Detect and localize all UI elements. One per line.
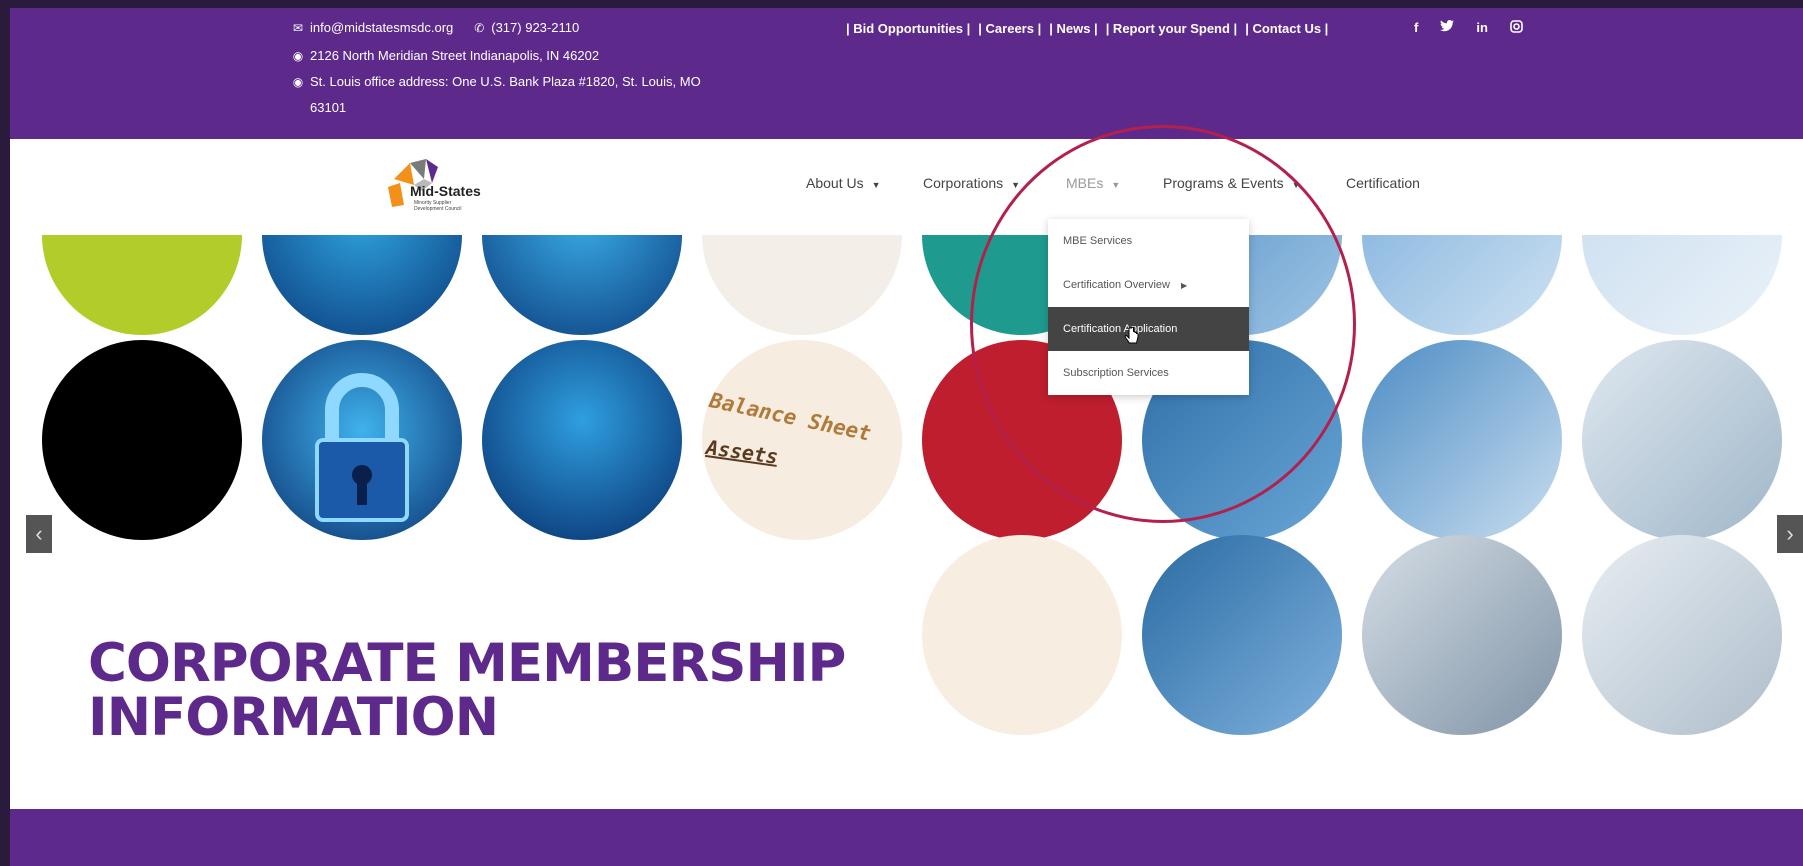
circuit-image (482, 340, 682, 540)
hand-cursor-icon (1124, 327, 1139, 344)
balance-sheet-image: Balance Sheet Assets (702, 340, 902, 540)
slider-prev-button[interactable]: ‹ (26, 515, 52, 553)
twitter-icon[interactable] (1440, 20, 1455, 36)
envelope-icon: ✉ (292, 20, 304, 35)
circuit-image (482, 235, 682, 335)
address-row-1: ◉ 2126 North Meridian Street Indianapoli… (292, 48, 599, 63)
top-info-bar: ✉ info@midstatesmsdc.org ✆ (317) 923-211… (10, 8, 1803, 139)
menu-item-label: Certification Overview (1063, 279, 1170, 291)
nav-label: MBEs (1066, 175, 1104, 191)
news-link[interactable]: | News | (1049, 21, 1097, 36)
mbes-dropdown-menu: MBE Services Certification Overview ▶ Ce… (1048, 219, 1249, 395)
bottom-purple-band (10, 809, 1803, 866)
nav-label: Corporations (923, 175, 1004, 191)
menu-item-mbe-services[interactable]: MBE Services (1048, 219, 1249, 263)
address-row-2: ◉ St. Louis office address: One U.S. Ban… (292, 74, 701, 89)
slider-next-button[interactable]: › (1777, 515, 1803, 553)
menu-item-subscription-services[interactable]: Subscription Services (1048, 351, 1249, 395)
nav-about-us[interactable]: About Us ▼ (806, 175, 881, 191)
web-page: ✉ info@midstatesmsdc.org ✆ (317) 923-211… (10, 8, 1803, 866)
nav-label: About Us (806, 175, 864, 191)
phone-link[interactable]: (317) 923-2110 (491, 20, 579, 35)
caret-down-icon: ▼ (1291, 180, 1301, 190)
contact-row: ✉ info@midstatesmsdc.org ✆ (317) 923-211… (292, 20, 579, 35)
screenshot-frame: ✉ info@midstatesmsdc.org ✆ (317) 923-211… (0, 0, 1803, 866)
hero-circle (42, 235, 242, 335)
nav-label: Programs & Events (1163, 175, 1284, 191)
hero-circle (702, 235, 902, 335)
building-image (1362, 535, 1562, 735)
main-nav: About Us ▼ Corporations ▼ MBEs ▼ Programs &… (10, 175, 1803, 199)
address-text-2: St. Louis office address: One U.S. Bank … (310, 74, 701, 89)
nav-mbes[interactable]: MBEs ▼ (1066, 175, 1120, 191)
address-text-1: 2126 North Meridian Street Indianapolis,… (310, 48, 600, 63)
caret-down-icon: ▼ (871, 180, 881, 190)
menu-item-certification-overview[interactable]: Certification Overview ▶ (1048, 263, 1249, 307)
email-link[interactable]: info@midstatesmsdc.org (310, 20, 453, 35)
nav-certification[interactable]: Certification (1346, 175, 1420, 191)
nav-label: Certification (1346, 175, 1420, 191)
globe-icon: ◉ (292, 48, 304, 63)
phone-icon: ✆ (474, 20, 485, 35)
utility-nav: | Bid Opportunities | | Careers | | News… (846, 21, 1328, 36)
hero-title-line: CORPORATE MEMBERSHIP (88, 633, 846, 694)
social-links: f in (1414, 20, 1523, 36)
building-image (1362, 340, 1562, 540)
building-image (1362, 235, 1562, 335)
site-header: Mid-States Minority Supplier Development… (10, 139, 1803, 235)
careers-link[interactable]: | Careers | (978, 21, 1041, 36)
address-row-2-cont: 63101 (310, 100, 346, 115)
lock-image (262, 340, 462, 540)
globe-icon: ◉ (292, 74, 304, 89)
hero-banner: Balance Sheet Assets CORPORATE MEMBERSHI… (10, 235, 1803, 809)
document-image (922, 535, 1122, 735)
circuit-image (262, 235, 462, 335)
nav-programs-events[interactable]: Programs & Events ▼ (1163, 175, 1301, 191)
caret-down-icon: ▼ (1111, 180, 1121, 190)
linkedin-icon[interactable]: in (1476, 20, 1488, 36)
bid-opportunities-link[interactable]: | Bid Opportunities | (846, 21, 970, 36)
instagram-icon[interactable] (1510, 20, 1523, 36)
hero-title-line: INFORMATION (88, 687, 499, 748)
building-image (1582, 340, 1782, 540)
building-image (1142, 535, 1342, 735)
logo-subtitle: Development Council (414, 206, 462, 212)
menu-item-certification-application[interactable]: Certification Application (1048, 307, 1249, 351)
caret-right-icon: ▶ (1181, 281, 1188, 290)
report-spend-link[interactable]: | Report your Spend | (1106, 21, 1238, 36)
sky-image (1582, 235, 1782, 335)
facebook-icon[interactable]: f (1414, 20, 1418, 36)
nav-corporations[interactable]: Corporations ▼ (923, 175, 1020, 191)
address-text-2-cont: 63101 (310, 100, 347, 115)
hero-title: CORPORATE MEMBERSHIP INFORMATION (88, 633, 846, 748)
hero-circle (42, 340, 242, 540)
building-image (1582, 535, 1782, 735)
contact-us-link[interactable]: | Contact Us | (1245, 21, 1328, 36)
caret-down-icon: ▼ (1011, 180, 1021, 190)
